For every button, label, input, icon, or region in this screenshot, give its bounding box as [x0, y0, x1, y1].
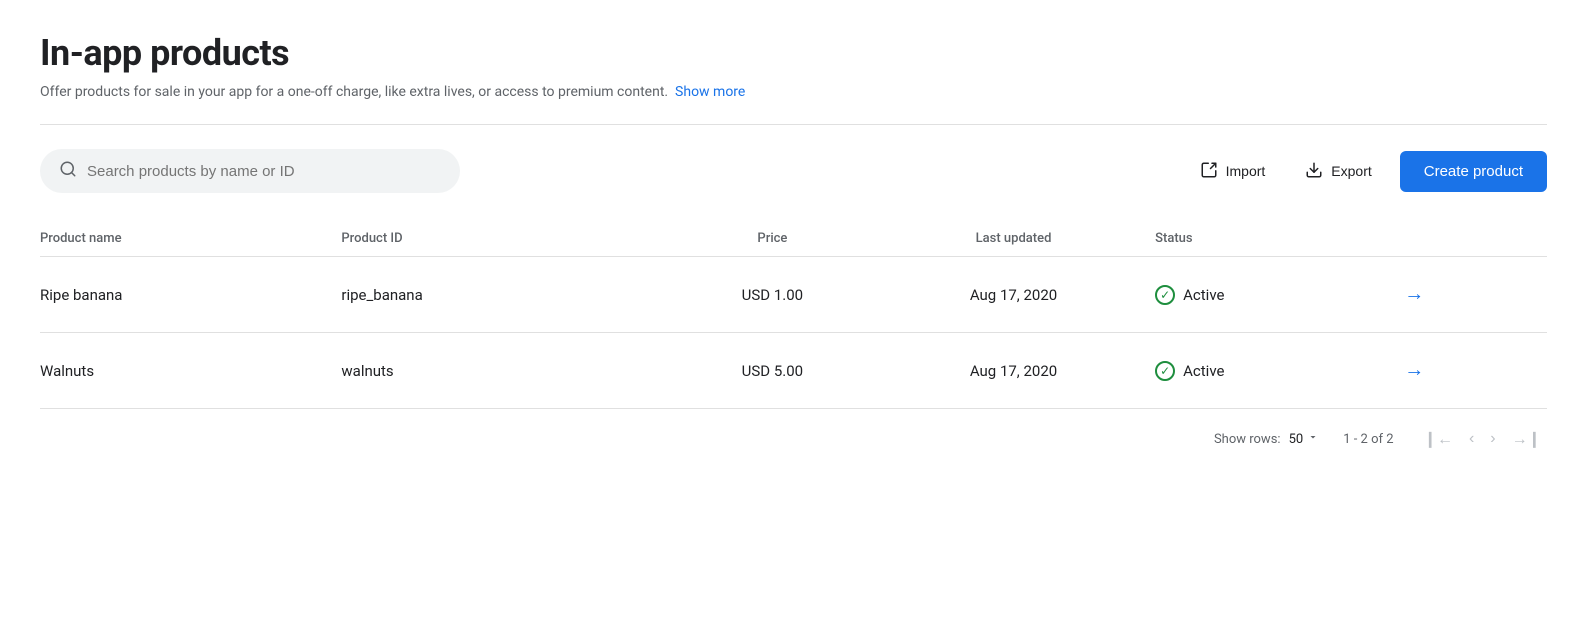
- rows-per-page-selector[interactable]: 50: [1289, 431, 1320, 447]
- product-name: Walnuts: [40, 333, 341, 409]
- product-id: ripe_banana: [341, 257, 673, 333]
- import-button[interactable]: Import: [1188, 153, 1278, 190]
- pagination-info: 1 - 2 of 2: [1343, 432, 1393, 447]
- row-action-cell[interactable]: →: [1396, 257, 1547, 333]
- next-page-button[interactable]: ›: [1484, 426, 1501, 452]
- import-icon: [1200, 161, 1218, 182]
- product-price: USD 1.00: [673, 257, 884, 333]
- first-page-button[interactable]: ❙←: [1418, 425, 1459, 453]
- products-table: Product name Product ID Price Last updat…: [40, 221, 1547, 409]
- active-status-icon: ✓: [1155, 361, 1175, 381]
- row-action-cell[interactable]: →: [1396, 333, 1547, 409]
- search-box[interactable]: [40, 149, 460, 193]
- table-row: Ripe banana ripe_banana USD 1.00 Aug 17,…: [40, 257, 1547, 333]
- prev-page-button[interactable]: ‹: [1463, 426, 1480, 452]
- col-header-status: Status: [1155, 221, 1396, 257]
- table-row: Walnuts walnuts USD 5.00 Aug 17, 2020 ✓ …: [40, 333, 1547, 409]
- product-name: Ripe banana: [40, 257, 341, 333]
- section-divider: [40, 124, 1547, 125]
- table-footer: Show rows: 50 1 - 2 of 2 ❙← ‹ › →❙: [40, 409, 1547, 453]
- show-rows-control: Show rows: 50: [1214, 431, 1319, 447]
- last-page-button[interactable]: →❙: [1506, 425, 1547, 453]
- show-more-link[interactable]: Show more: [675, 84, 745, 100]
- table-header-row: Product name Product ID Price Last updat…: [40, 221, 1547, 257]
- col-header-action: [1396, 221, 1547, 257]
- col-header-name: Product name: [40, 221, 341, 257]
- search-input[interactable]: [87, 163, 441, 180]
- status-label: Active: [1183, 286, 1224, 304]
- toolbar: Import Export Create product: [40, 149, 1547, 193]
- import-label: Import: [1226, 163, 1266, 179]
- show-rows-label: Show rows:: [1214, 432, 1281, 447]
- create-product-button[interactable]: Create product: [1400, 151, 1547, 192]
- product-status: ✓ Active: [1155, 333, 1396, 409]
- export-icon: [1305, 161, 1323, 182]
- col-header-id: Product ID: [341, 221, 673, 257]
- page-subtitle: Offer products for sale in your app for …: [40, 84, 1547, 100]
- col-header-updated: Last updated: [884, 221, 1155, 257]
- rows-per-page-value: 50: [1289, 432, 1304, 447]
- product-last-updated: Aug 17, 2020: [884, 257, 1155, 333]
- row-arrow-button[interactable]: →: [1396, 355, 1432, 386]
- product-price: USD 5.00: [673, 333, 884, 409]
- product-id: walnuts: [341, 333, 673, 409]
- search-icon: [59, 160, 77, 182]
- row-arrow-button[interactable]: →: [1396, 279, 1432, 310]
- export-label: Export: [1331, 163, 1371, 179]
- status-label: Active: [1183, 362, 1224, 380]
- export-button[interactable]: Export: [1293, 153, 1383, 190]
- page-title: In-app products: [40, 32, 1547, 74]
- pagination-controls: ❙← ‹ › →❙: [1418, 425, 1547, 453]
- rows-dropdown-icon: [1307, 431, 1319, 447]
- col-header-price: Price: [673, 221, 884, 257]
- active-status-icon: ✓: [1155, 285, 1175, 305]
- product-status: ✓ Active: [1155, 257, 1396, 333]
- product-last-updated: Aug 17, 2020: [884, 333, 1155, 409]
